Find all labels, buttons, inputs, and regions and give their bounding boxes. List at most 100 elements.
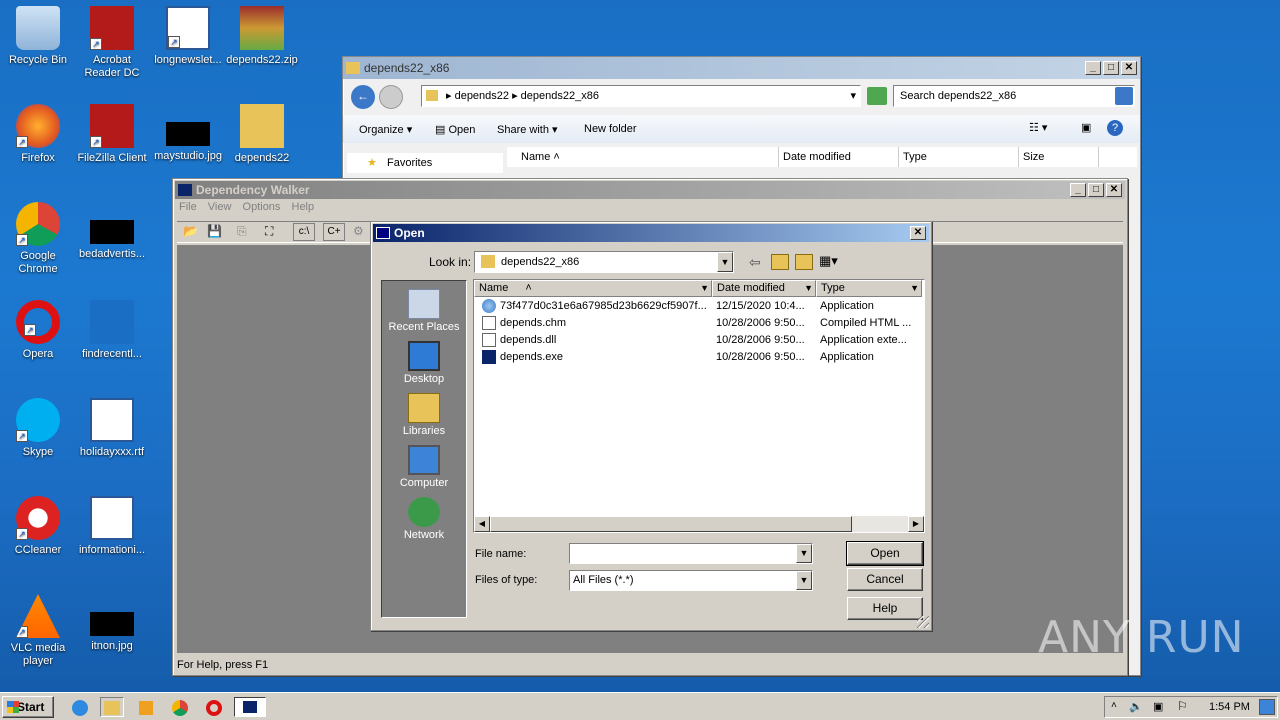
new-folder-icon[interactable] <box>795 254 813 270</box>
dependency-walker-taskbar-icon[interactable] <box>234 697 266 717</box>
desktop-icon-informationi[interactable]: informationi... <box>74 496 150 557</box>
desktop-icon-holidayxxx-rtf[interactable]: holidayxxx.rtf <box>74 398 150 459</box>
breadcrumb-item[interactable]: ▸ depends22_x86 <box>512 90 599 102</box>
desktop-icon-maystudio-jpg[interactable]: maystudio.jpg <box>150 104 226 163</box>
open-dialog[interactable]: Open ✕ Look in: depends22_x86 ▼ ⇦ ▦▾ Rec… <box>370 221 932 631</box>
refresh-button[interactable] <box>867 87 887 105</box>
column-date-modified[interactable]: Date modified ▼ <box>712 280 816 297</box>
media-player-icon[interactable] <box>134 697 158 717</box>
open-dialog-titlebar[interactable]: Open ✕ <box>373 224 929 242</box>
copy-icon[interactable]: ⎘ <box>237 224 255 240</box>
desktop-icon-bedadvertis[interactable]: bedadvertis... <box>74 202 150 261</box>
scroll-right-icon[interactable]: ▶ <box>908 516 924 532</box>
place-computer[interactable]: Computer <box>382 445 466 489</box>
forward-button[interactable] <box>379 85 403 109</box>
desktop-icon-findrecentl[interactable]: findrecentl... <box>74 300 150 361</box>
explorer-icon[interactable] <box>100 697 124 717</box>
chevron-down-icon[interactable]: ▼ <box>910 281 919 296</box>
breadcrumb-item[interactable]: ▸ depends22 <box>446 90 509 102</box>
share-with-button[interactable]: Share with ▾ <box>497 123 558 136</box>
start-button[interactable]: Start <box>2 696 54 718</box>
place-libraries[interactable]: Libraries <box>382 393 466 437</box>
desktop-icon-longnewsletter-doc[interactable]: ↗ longnewslet... <box>150 6 226 67</box>
desktop-icon-itnon-jpg[interactable]: itnon.jpg <box>74 594 150 653</box>
address-dropdown-icon[interactable]: ▾ <box>850 86 856 106</box>
open-file-icon[interactable]: 📂 <box>183 224 201 240</box>
column-type[interactable]: Type <box>899 147 1019 167</box>
column-size[interactable]: Size <box>1019 147 1099 167</box>
action-center-flag-icon[interactable]: ⚐ <box>1177 699 1188 713</box>
maximize-button[interactable]: □ <box>1103 61 1119 75</box>
file-row[interactable]: depends.dll 10/28/2006 9:50... Application… <box>474 332 924 349</box>
file-name-input[interactable]: ▼ <box>569 543 813 564</box>
place-network[interactable]: Network <box>382 497 466 541</box>
files-of-type-dropdown[interactable]: All Files (*.*) ▼ <box>569 570 813 591</box>
help-icon[interactable]: ? <box>1107 120 1123 136</box>
menu-options[interactable]: Options <box>243 201 281 213</box>
view-options-icon[interactable]: ☷ ▾ <box>1029 121 1047 134</box>
desktop-icon-vlc[interactable]: ↗ VLC media player <box>0 594 76 668</box>
open-button[interactable]: ▤ Open <box>435 123 475 136</box>
chrome-icon[interactable] <box>168 697 192 717</box>
desktop-icon-recycle-bin[interactable]: Recycle Bin <box>0 6 76 67</box>
back-icon[interactable]: ⇦ <box>749 254 761 271</box>
explorer-titlebar[interactable]: depends22_x86 _ □ ✕ <box>343 57 1140 79</box>
desktop-icon-ccleaner[interactable]: ↗ CCleaner <box>0 496 76 557</box>
place-desktop[interactable]: Desktop <box>382 341 466 385</box>
view-menu-icon[interactable]: ▦▾ <box>819 253 838 269</box>
undecorate-icon[interactable]: C+ <box>323 223 345 241</box>
volume-icon[interactable]: 🔈 <box>1129 700 1143 713</box>
place-recent-places[interactable]: Recent Places <box>382 289 466 333</box>
desktop-icon-depends22-folder[interactable]: depends22 <box>224 104 300 165</box>
file-list[interactable]: Name ˄ ▼ Date modified ▼ Type ▼ 73f477d0c31… <box>473 279 925 533</box>
address-bar[interactable]: ▸ depends22 ▸ depends22_x86 ▾ <box>421 85 861 107</box>
desktop-icon-google-chrome[interactable]: ↗ Google Chrome <box>0 202 76 276</box>
desktop-icon-skype[interactable]: ↗ Skype <box>0 398 76 459</box>
column-name[interactable]: Name ˄ <box>507 147 779 167</box>
organize-button[interactable]: Organize ▾ <box>359 123 412 136</box>
search-input[interactable]: Search depends22_x86 <box>893 85 1135 107</box>
show-hidden-icons-icon[interactable]: ˄ <box>1111 700 1117 711</box>
favorites-item[interactable]: ★ Favorites <box>347 153 503 173</box>
back-button[interactable]: ← <box>351 85 375 109</box>
chevron-down-icon[interactable]: ▼ <box>796 544 812 563</box>
ie-icon[interactable] <box>68 697 92 717</box>
close-button[interactable]: ✕ <box>1121 61 1137 75</box>
file-row[interactable]: depends.exe 10/28/2006 9:50... Application <box>474 349 924 366</box>
clock[interactable]: 1:54 PM <box>1209 701 1250 713</box>
minimize-button[interactable]: _ <box>1070 183 1086 197</box>
opera-icon[interactable] <box>202 697 226 717</box>
cancel-button[interactable]: Cancel <box>847 568 923 591</box>
look-in-dropdown[interactable]: depends22_x86 ▼ <box>474 251 734 273</box>
maximize-button[interactable]: □ <box>1088 183 1104 197</box>
menu-file[interactable]: File <box>179 201 197 213</box>
horizontal-scrollbar[interactable]: ◀ ▶ <box>474 516 924 532</box>
menu-help[interactable]: Help <box>292 201 315 213</box>
tree-icon[interactable]: ⛶ <box>265 224 283 240</box>
desktop-icon-filezilla[interactable]: ↗ FileZilla Client <box>74 104 150 165</box>
config-icon[interactable]: ⚙ <box>353 224 371 240</box>
network-tray-icon[interactable]: ▣ <box>1153 700 1163 713</box>
resize-grip[interactable] <box>917 616 929 628</box>
column-name[interactable]: Name ˄ ▼ <box>474 280 712 297</box>
file-row[interactable]: 73f477d0c31e6a67985d23b6629cf5907f... 12/… <box>474 298 924 315</box>
desktop-icon-acrobat-reader[interactable]: ↗ Acrobat Reader DC <box>74 6 150 80</box>
close-button[interactable]: ✕ <box>910 226 926 240</box>
desktop-icon-firefox[interactable]: ↗ Firefox <box>0 104 76 165</box>
close-button[interactable]: ✕ <box>1106 183 1122 197</box>
menu-view[interactable]: View <box>208 201 232 213</box>
chevron-down-icon[interactable]: ▼ <box>796 571 812 590</box>
desktop-icon-opera[interactable]: ↗ Opera <box>0 300 76 361</box>
chevron-down-icon[interactable]: ▼ <box>700 281 709 296</box>
new-folder-button[interactable]: New folder <box>584 123 637 135</box>
depwalker-titlebar[interactable]: Dependency Walker _ □ ✕ <box>175 181 1125 199</box>
show-desktop-button[interactable] <box>1259 699 1275 715</box>
desktop-icon-depends22-zip[interactable]: depends22.zip <box>224 6 300 67</box>
minimize-button[interactable]: _ <box>1085 61 1101 75</box>
file-row[interactable]: depends.chm 10/28/2006 9:50... Compiled HT… <box>474 315 924 332</box>
scroll-thumb[interactable] <box>490 516 852 532</box>
full-paths-icon[interactable]: c:\ <box>293 223 315 241</box>
column-type[interactable]: Type ▼ <box>816 280 922 297</box>
column-date-modified[interactable]: Date modified <box>779 147 899 167</box>
chevron-down-icon[interactable]: ▼ <box>717 252 733 272</box>
